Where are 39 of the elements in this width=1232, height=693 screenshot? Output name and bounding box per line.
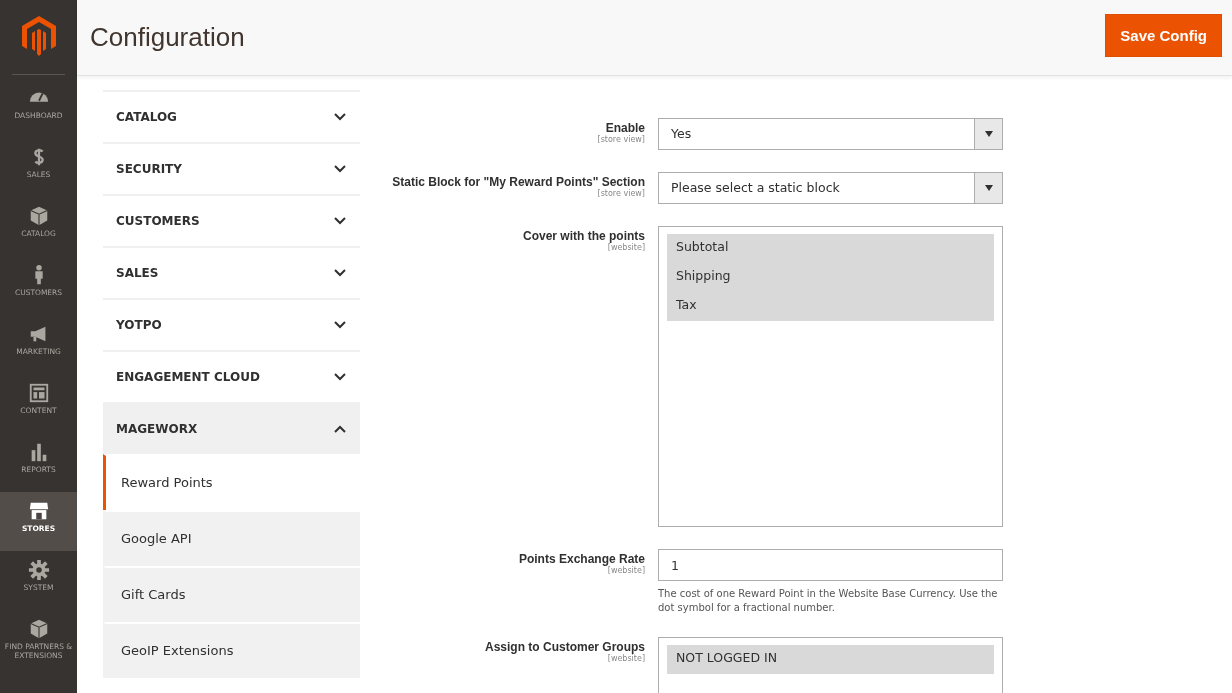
- section-link[interactable]: Google API: [103, 510, 360, 566]
- select-option[interactable]: Tax: [667, 292, 994, 321]
- section-link[interactable]: Gift Cards: [103, 566, 360, 622]
- chevron-icon: [334, 217, 346, 225]
- select-option[interactable]: NOT LOGGED IN: [667, 645, 994, 674]
- page-title: Configuration: [90, 22, 245, 53]
- field-note: The cost of one Reward Point in the Website Base Currency. Use the dot symbol for a fractional number.: [658, 587, 999, 615]
- scope-label: [store view]: [597, 135, 645, 144]
- select-option[interactable]: Shipping: [667, 263, 994, 292]
- multiselect-field[interactable]: NOT LOGGED IN: [658, 637, 1003, 693]
- field-label: Enable: [605, 121, 645, 135]
- save-button[interactable]: Save Config: [1105, 14, 1222, 57]
- field-label: Static Block for "My Reward Points" Section: [392, 175, 645, 189]
- caret-icon: [984, 131, 993, 137]
- multiselect-field[interactable]: Subtotal Shipping Tax: [658, 226, 1003, 527]
- field-label: Cover with the points: [523, 229, 645, 243]
- scope-label: [website]: [607, 566, 645, 575]
- chevron-icon: [334, 113, 346, 121]
- select-field[interactable]: Yes: [658, 118, 1003, 150]
- store-icon: [27, 500, 50, 522]
- logo-icon[interactable]: [21, 16, 56, 56]
- section-header[interactable]: MAGEWORX: [103, 402, 360, 454]
- scope-label: [store view]: [597, 189, 645, 198]
- section-link[interactable]: GeoIP Extensions: [103, 622, 360, 678]
- caret-icon: [984, 185, 993, 191]
- input-field[interactable]: 1: [658, 549, 1003, 581]
- select-field[interactable]: Please select a static block: [658, 172, 1003, 204]
- chevron-icon: [334, 165, 346, 173]
- select-option[interactable]: Subtotal: [667, 234, 994, 263]
- scope-label: [website]: [607, 654, 645, 663]
- chevron-icon: [334, 321, 346, 329]
- chevron-icon: [334, 425, 346, 433]
- field-label: Assign to Customer Groups: [485, 640, 645, 654]
- layout-icon: [27, 382, 50, 404]
- chevron-icon: [334, 373, 346, 381]
- gear-icon: [27, 559, 50, 581]
- chevron-icon: [334, 269, 346, 277]
- field-label: Points Exchange Rate: [518, 552, 645, 566]
- scope-label: [website]: [607, 243, 645, 252]
